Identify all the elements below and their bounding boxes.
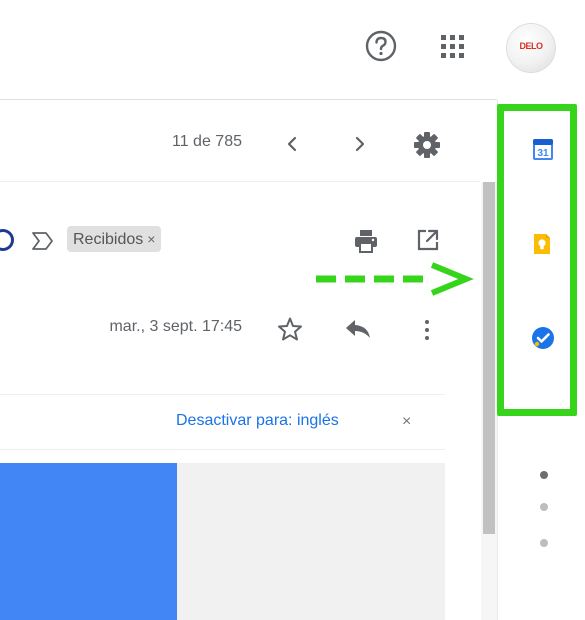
scrollbar-thumb[interactable] (483, 182, 495, 534)
top-bar (0, 0, 585, 100)
avatar-text: DELO (519, 41, 543, 51)
label-chip-text: Recibidos (73, 231, 144, 248)
message-timestamp: mar., 3 sept. 17:45 (109, 318, 242, 335)
translate-divider-bottom (0, 449, 445, 450)
toolbar-divider (0, 181, 480, 182)
label-chip-close[interactable]: × (147, 231, 155, 247)
star-icon[interactable] (277, 316, 303, 342)
chevron-left-icon[interactable] (278, 130, 306, 158)
translate-divider-top (0, 394, 445, 395)
print-icon[interactable] (353, 228, 379, 254)
panel-dot[interactable] (540, 503, 548, 511)
sender-avatar-partial (0, 229, 14, 251)
label-chip-recibidos[interactable]: Recibidos × (67, 226, 162, 252)
gear-icon[interactable] (412, 130, 442, 160)
account-avatar[interactable]: DELO (507, 24, 555, 72)
translate-close-button[interactable]: × (402, 413, 411, 431)
reply-icon[interactable] (344, 318, 372, 340)
panel-dot-active[interactable] (540, 471, 548, 479)
highlight-annotation-box (497, 104, 577, 416)
help-icon[interactable] (364, 29, 398, 63)
page-counter: 11 de 785 (172, 133, 242, 150)
apps-grid-icon[interactable] (440, 34, 466, 60)
message-image-blue-area (0, 463, 177, 620)
open-in-new-window-icon[interactable] (416, 228, 440, 252)
disable-translation-link[interactable]: Desactivar para: inglés (176, 412, 339, 430)
more-vert-icon[interactable] (422, 316, 432, 344)
panel-dot[interactable] (540, 539, 548, 547)
message-image-gray-area (177, 463, 445, 620)
dashed-arrow-annotation (314, 257, 474, 301)
header-divider (0, 99, 497, 100)
important-marker-icon[interactable] (30, 229, 56, 258)
chevron-right-icon[interactable] (346, 130, 374, 158)
